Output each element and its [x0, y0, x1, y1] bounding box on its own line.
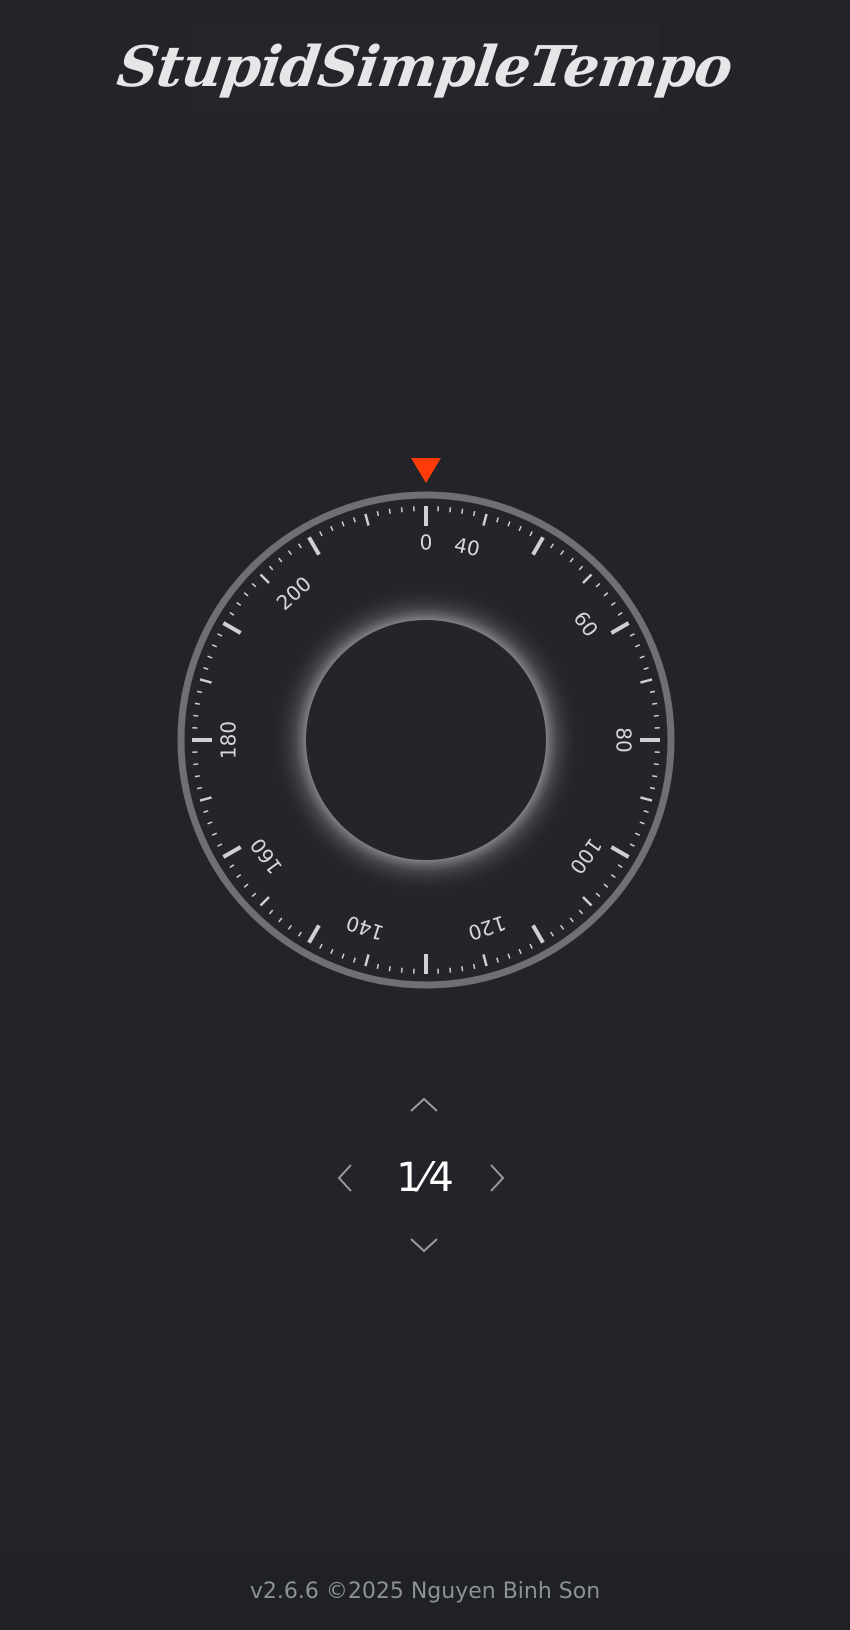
- beat-value[interactable]: 1⁄4: [375, 1150, 475, 1206]
- dial-label: 80: [612, 727, 636, 752]
- chevron-down-icon[interactable]: [404, 1230, 444, 1260]
- chevron-up-icon[interactable]: [404, 1090, 444, 1120]
- beat-controls: 1⁄4: [330, 1090, 520, 1260]
- dial-tick: [388, 966, 391, 972]
- footer: v2.6.6 ©2025 Nguyen Binh Son: [0, 1553, 850, 1630]
- dial-tick: [193, 714, 199, 717]
- dial-tick: [194, 775, 200, 778]
- chevron-right-icon[interactable]: [482, 1158, 512, 1198]
- dial-tick: [649, 690, 656, 694]
- chevron-left-icon[interactable]: [330, 1158, 360, 1198]
- dial-tick: [193, 763, 199, 766]
- logo-text: StupidSimpleTempo: [113, 34, 737, 100]
- dial-tick: [653, 763, 659, 766]
- dial-tick: [196, 786, 203, 790]
- dial-tick: [196, 690, 203, 694]
- dial-tick: [472, 510, 476, 517]
- app-root: StupidSimpleTempo 0 40 60 80 100 120 140 160 180…: [0, 0, 850, 1630]
- dial-tick: [461, 508, 464, 514]
- dial-tick: [194, 702, 200, 705]
- dial-tick: [388, 508, 391, 514]
- dial-tick: [376, 963, 380, 970]
- dial-tick: [472, 963, 476, 970]
- dial-tick: [400, 967, 403, 973]
- dial-tick: [449, 507, 452, 513]
- dial-tick: [653, 714, 659, 717]
- app-logo: StupidSimpleTempo: [114, 22, 736, 112]
- dial-tick: [649, 786, 656, 790]
- dial-label: 180: [217, 721, 241, 759]
- dial-tick: [461, 966, 464, 972]
- dial-tick: [652, 702, 658, 705]
- dial-label: 0: [420, 531, 433, 555]
- tempo-indicator-icon: [411, 458, 441, 483]
- footer-text: v2.6.6 ©2025 Nguyen Binh Son: [249, 1579, 601, 1604]
- tempo-dial[interactable]: 0 406080100120140160180200: [171, 458, 681, 998]
- center-button[interactable]: [306, 620, 546, 860]
- dial-tick: [449, 967, 452, 973]
- dial-tick: [400, 507, 403, 513]
- dial-tick: [376, 510, 380, 517]
- dial-tick: [652, 775, 658, 778]
